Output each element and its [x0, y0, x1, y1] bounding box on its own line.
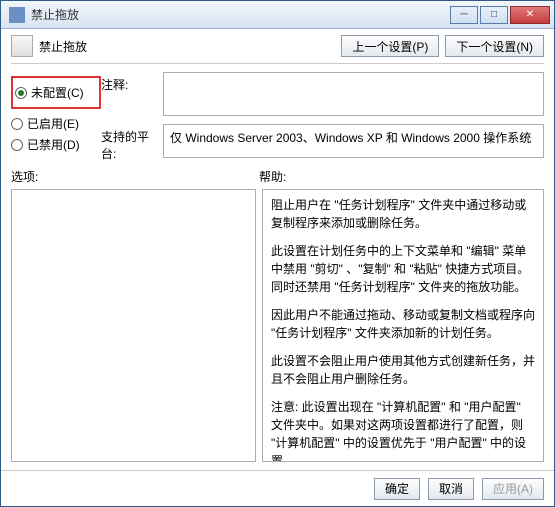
radio-label: 未配置(C) [31, 84, 84, 101]
policy-icon [11, 35, 33, 57]
cancel-button[interactable]: 取消 [428, 478, 474, 500]
platform-label: 支持的平台: [101, 124, 163, 162]
platform-row: 支持的平台: 仅 Windows Server 2003、Windows XP … [101, 124, 544, 162]
radio-icon [15, 87, 27, 99]
help-label: 帮助: [259, 168, 544, 185]
next-setting-button[interactable]: 下一个设置(N) [445, 35, 544, 57]
window-title: 禁止拖放 [31, 6, 450, 23]
radio-enabled[interactable]: 已启用(E) [11, 115, 101, 132]
app-icon [9, 7, 25, 23]
radio-column: 未配置(C) 已启用(E) 已禁用(D) [11, 72, 101, 162]
radio-icon [11, 118, 23, 130]
platform-box: 仅 Windows Server 2003、Windows XP 和 Windo… [163, 124, 544, 158]
comment-row: 注释: [101, 72, 544, 116]
options-label: 选项: [11, 168, 259, 185]
close-button[interactable]: ✕ [510, 6, 550, 24]
comment-label: 注释: [101, 72, 163, 93]
fields-column: 注释: 支持的平台: 仅 Windows Server 2003、Windows… [101, 72, 544, 162]
radio-not-configured[interactable]: 未配置(C) [15, 84, 97, 101]
config-row: 未配置(C) 已启用(E) 已禁用(D) 注释: 支持的平 [11, 72, 544, 162]
lower-row: 阻止用户在 "任务计划程序" 文件夹中通过移动或复制程序来添加或删除任务。此设置… [11, 189, 544, 462]
minimize-button[interactable]: ─ [450, 6, 478, 24]
help-paragraph: 注意: 此设置出现在 "计算机配置" 和 "用户配置" 文件夹中。如果对这两项设… [271, 398, 535, 462]
maximize-button[interactable]: □ [480, 6, 508, 24]
titlebar[interactable]: 禁止拖放 ─ □ ✕ [1, 1, 554, 29]
subheader-row: 选项: 帮助: [11, 168, 544, 185]
radio-label: 已启用(E) [27, 115, 79, 132]
dialog-window: 禁止拖放 ─ □ ✕ 禁止拖放 上一个设置(P) 下一个设置(N) 未配置(C) [0, 0, 555, 507]
platform-text: 仅 Windows Server 2003、Windows XP 和 Windo… [170, 131, 531, 145]
apply-button[interactable]: 应用(A) [482, 478, 544, 500]
nav-buttons: 上一个设置(P) 下一个设置(N) [341, 35, 544, 57]
footer: 确定 取消 应用(A) [1, 470, 554, 506]
page-heading: 禁止拖放 [39, 38, 87, 55]
ok-button[interactable]: 确定 [374, 478, 420, 500]
radio-disabled[interactable]: 已禁用(D) [11, 136, 101, 153]
help-paragraph: 此设置不会阻止用户使用其他方式创建新任务，并且不会阻止用户删除任务。 [271, 352, 535, 388]
header-row: 禁止拖放 上一个设置(P) 下一个设置(N) [11, 35, 544, 57]
comment-textarea[interactable] [163, 72, 544, 116]
radio-label: 已禁用(D) [27, 136, 80, 153]
content-area: 禁止拖放 上一个设置(P) 下一个设置(N) 未配置(C) 已启用(E) [1, 29, 554, 470]
help-paragraph: 因此用户不能通过拖动、移动或复制文档或程序向 "任务计划程序" 文件夹添加新的计… [271, 306, 535, 342]
help-paragraph: 阻止用户在 "任务计划程序" 文件夹中通过移动或复制程序来添加或删除任务。 [271, 196, 535, 232]
prev-setting-button[interactable]: 上一个设置(P) [341, 35, 439, 57]
options-box [11, 189, 256, 462]
divider [11, 63, 544, 64]
window-buttons: ─ □ ✕ [450, 6, 550, 24]
highlight-box: 未配置(C) [11, 76, 101, 109]
help-box[interactable]: 阻止用户在 "任务计划程序" 文件夹中通过移动或复制程序来添加或删除任务。此设置… [262, 189, 544, 462]
radio-icon [11, 139, 23, 151]
help-paragraph: 此设置在计划任务中的上下文菜单和 "编辑" 菜单中禁用 "剪切" 、"复制" 和… [271, 242, 535, 296]
